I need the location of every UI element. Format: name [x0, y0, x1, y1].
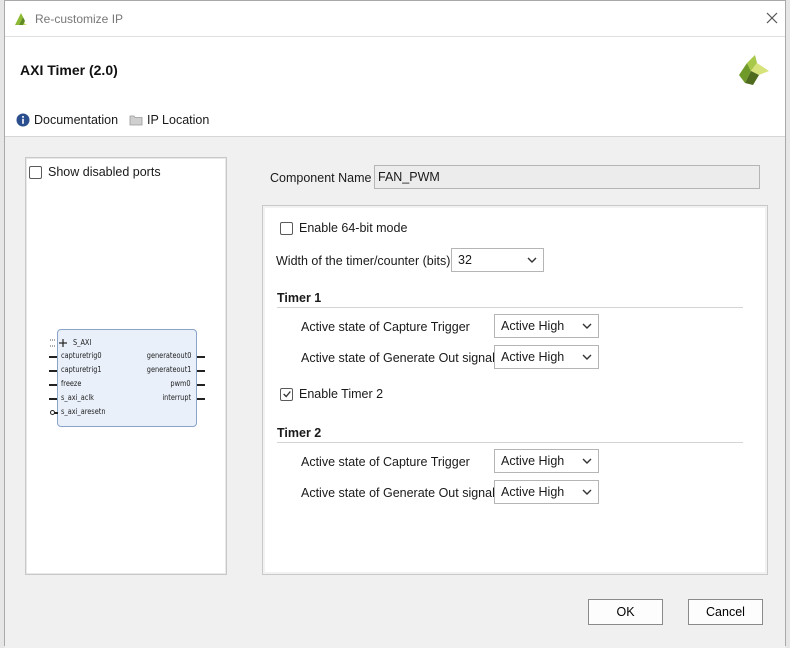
component-name-input[interactable]	[374, 165, 760, 189]
chevron-down-icon	[582, 323, 592, 329]
timer1-capture-label: Active state of Capture Trigger	[301, 320, 470, 334]
timer-width-value: 32	[458, 253, 472, 267]
vivado-logo-icon	[15, 13, 27, 25]
close-icon[interactable]	[765, 11, 779, 25]
documentation-link[interactable]: Documentation	[16, 113, 118, 127]
title-bar: Re-customize IP	[5, 1, 785, 37]
ip-block-symbol: S_AXI capturetrig0 capturetrig1 freeze s…	[49, 329, 205, 427]
chevron-down-icon	[527, 257, 537, 263]
chevron-down-icon	[582, 354, 592, 360]
bus-interface-icon	[50, 339, 67, 347]
documentation-label: Documentation	[34, 113, 119, 127]
port-right: generateout1	[146, 365, 191, 374]
timer1-generate-select[interactable]: Active High	[494, 345, 599, 369]
timer1-divider	[277, 307, 743, 308]
timer2-divider	[277, 442, 743, 443]
dialog-header: AXI Timer (2.0)	[5, 37, 785, 101]
port-right: generateout0	[146, 351, 191, 360]
show-disabled-ports-row[interactable]: Show disabled ports	[29, 165, 161, 179]
ok-button[interactable]: OK	[588, 599, 663, 625]
ip-location-link[interactable]: IP Location	[129, 113, 209, 127]
timer2-generate-select[interactable]: Active High	[494, 480, 599, 504]
enable-timer2-checkbox[interactable]	[280, 387, 293, 401]
enable-64bit-label: Enable 64-bit mode	[299, 221, 408, 235]
window-title: Re-customize IP	[35, 12, 124, 26]
ip-symbol-preview: Show disabled ports S_AXI capturetrig0 c…	[25, 157, 227, 575]
timer1-capture-value: Active High	[501, 319, 565, 333]
info-icon	[16, 113, 30, 127]
show-disabled-ports-checkbox[interactable]	[29, 165, 42, 179]
port-left: capturetrig0	[61, 351, 102, 360]
timer2-heading: Timer 2	[277, 426, 322, 440]
xilinx-brand-icon	[739, 55, 769, 85]
show-disabled-ports-label: Show disabled ports	[48, 165, 161, 179]
configuration-panel: Enable 64-bit mode Width of the timer/co…	[262, 205, 768, 575]
dialog-content: Show disabled ports S_AXI capturetrig0 c…	[5, 138, 785, 646]
cancel-button[interactable]: Cancel	[688, 599, 763, 625]
timer-width-label: Width of the timer/counter (bits)	[276, 254, 451, 268]
port-bus: S_AXI	[73, 338, 92, 347]
enable-timer2-row[interactable]: Enable Timer 2	[280, 387, 383, 401]
enable-timer2-label: Enable Timer 2	[299, 387, 384, 401]
port-right: interrupt	[162, 393, 191, 402]
timer2-capture-value: Active High	[501, 454, 565, 468]
port-right: pwm0	[170, 379, 191, 388]
ip-location-label: IP Location	[147, 113, 210, 127]
timer1-generate-label: Active state of Generate Out signal	[301, 351, 495, 365]
enable-64bit-checkbox[interactable]	[280, 221, 293, 235]
chevron-down-icon	[582, 489, 592, 495]
chevron-down-icon	[582, 458, 592, 464]
folder-icon	[129, 115, 143, 126]
timer1-capture-select[interactable]: Active High	[494, 314, 599, 338]
port-left: capturetrig1	[61, 365, 102, 374]
recustomize-ip-dialog: Re-customize IP AXI Timer (2.0) Document…	[4, 0, 786, 646]
timer2-capture-label: Active state of Capture Trigger	[301, 455, 470, 469]
timer2-generate-value: Active High	[501, 485, 565, 499]
enable-64bit-row[interactable]: Enable 64-bit mode	[280, 221, 407, 235]
timer2-capture-select[interactable]: Active High	[494, 449, 599, 473]
ip-title: AXI Timer (2.0)	[20, 62, 118, 78]
timer-width-select[interactable]: 32	[451, 248, 544, 272]
timer2-generate-label: Active state of Generate Out signal	[301, 486, 495, 500]
port-left: s_axi_aclk	[61, 393, 94, 402]
component-name-label: Component Name	[270, 171, 372, 185]
link-bar: Documentation IP Location	[5, 101, 785, 137]
timer1-generate-value: Active High	[501, 350, 565, 364]
timer1-heading: Timer 1	[277, 291, 322, 305]
port-left: s_axi_aresetn	[61, 407, 106, 416]
port-left: freeze	[61, 379, 82, 388]
